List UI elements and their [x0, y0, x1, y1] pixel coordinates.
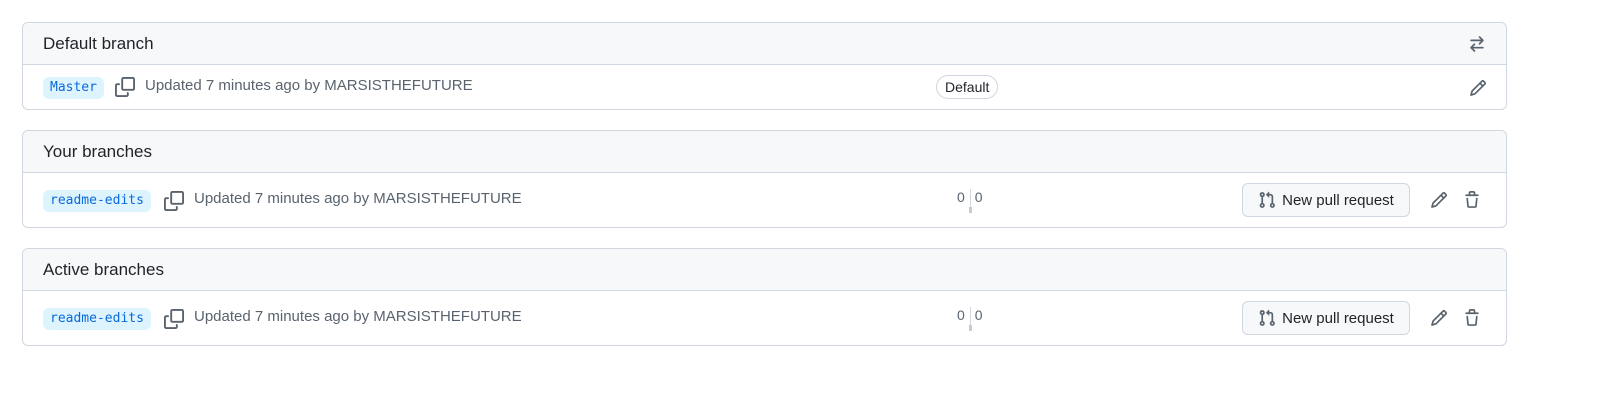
- branch-row: Master Updated 7 minutes ago by MARSISTH…: [23, 65, 1506, 109]
- new-pull-request-label: New pull request: [1282, 191, 1394, 209]
- branch-name-link[interactable]: Master: [43, 77, 104, 99]
- section-title: Your branches: [43, 141, 153, 161]
- behind-count: 0: [957, 189, 965, 205]
- ahead-count: 0: [974, 307, 983, 323]
- branch-row: readme-edits Updated 7 minutes ago by MA…: [23, 173, 1506, 227]
- pencil-icon[interactable]: [1466, 76, 1490, 100]
- ahead-behind-counter: 00: [957, 307, 983, 331]
- branch-updated-meta: Updated 7 minutes ago by MARSISTHEFUTURE: [194, 190, 522, 207]
- ahead-behind-divider: [968, 307, 972, 331]
- default-branch-header: Default branch: [23, 23, 1506, 65]
- branch-row: readme-edits Updated 7 minutes ago by MA…: [23, 291, 1506, 345]
- copy-icon[interactable]: [164, 191, 184, 211]
- behind-count: 0: [957, 307, 965, 323]
- trash-icon[interactable]: [1460, 306, 1484, 330]
- pencil-icon[interactable]: [1427, 188, 1451, 212]
- pencil-icon[interactable]: [1427, 306, 1451, 330]
- branch-name-link[interactable]: readme-edits: [43, 308, 151, 330]
- ahead-behind-counter: 00: [957, 189, 983, 213]
- trash-icon[interactable]: [1460, 188, 1484, 212]
- default-branch-box: Default branch Master Updated 7 minutes …: [22, 22, 1507, 110]
- section-title: Active branches: [43, 259, 164, 279]
- copy-icon[interactable]: [164, 309, 184, 329]
- copy-icon[interactable]: [115, 77, 135, 97]
- active-branches-header: Active branches: [23, 249, 1506, 291]
- your-branches-header: Your branches: [23, 131, 1506, 173]
- git-pull-request-icon: [1258, 191, 1276, 209]
- section-title: Default branch: [43, 33, 154, 53]
- branch-updated-meta: Updated 7 minutes ago by MARSISTHEFUTURE: [194, 308, 522, 325]
- arrow-switch-icon[interactable]: [1468, 35, 1486, 53]
- default-badge: Default: [936, 75, 999, 99]
- new-pull-request-label: New pull request: [1282, 309, 1394, 327]
- git-pull-request-icon: [1258, 309, 1276, 327]
- your-branches-box: Your branches readme-edits Updated 7 min…: [22, 130, 1507, 228]
- new-pull-request-button[interactable]: New pull request: [1242, 183, 1410, 217]
- active-branches-box: Active branches readme-edits Updated 7 m…: [22, 248, 1507, 346]
- new-pull-request-button[interactable]: New pull request: [1242, 301, 1410, 335]
- branch-updated-meta: Updated 7 minutes ago by MARSISTHEFUTURE: [145, 77, 473, 94]
- ahead-count: 0: [974, 189, 983, 205]
- branch-name-link[interactable]: readme-edits: [43, 190, 151, 212]
- ahead-behind-divider: [968, 189, 972, 213]
